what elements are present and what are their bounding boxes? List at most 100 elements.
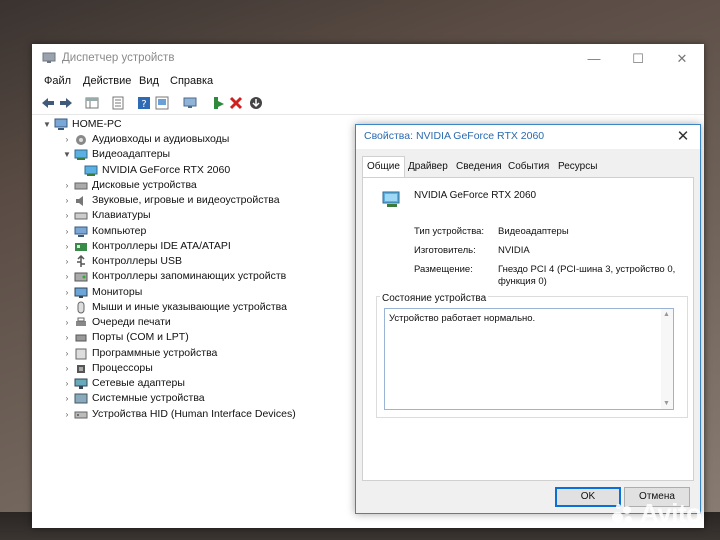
disable-device-icon[interactable]	[248, 95, 264, 111]
usb-icon	[77, 255, 85, 267]
expand-chevron-icon[interactable]: ›	[62, 208, 72, 223]
tree-item-label: Системные устройства	[92, 392, 205, 405]
dialog-tabs: Общие Драйвер Сведения События Ресурсы	[362, 156, 694, 178]
back-arrow-icon[interactable]	[40, 95, 56, 111]
avito-watermark: Avito	[612, 498, 702, 529]
update-driver-icon[interactable]	[210, 95, 226, 111]
help-icon[interactable]: ?	[136, 95, 152, 111]
expand-chevron-icon[interactable]: ›	[62, 330, 72, 345]
tab-details[interactable]: Сведения	[452, 157, 506, 177]
keyboard-icon	[74, 212, 88, 220]
expand-chevron-icon[interactable]: ›	[62, 178, 72, 193]
tree-item-label: Клавиатуры	[92, 209, 151, 222]
dialog-title: Свойства: NVIDIA GeForce RTX 2060	[364, 130, 545, 142]
svg-text:?: ?	[141, 99, 146, 110]
tree-item-label: Мыши и иные указывающие устройства	[92, 300, 287, 313]
expand-chevron-icon[interactable]: ›	[62, 269, 72, 284]
uninstall-icon[interactable]	[228, 95, 244, 111]
menu-action[interactable]: Действие	[83, 75, 131, 87]
tree-item-label: Аудиовходы и аудиовыходы	[92, 133, 230, 145]
expand-chevron-icon[interactable]: ›	[62, 193, 72, 208]
expand-chevron-icon[interactable]: ›	[62, 300, 72, 315]
network-icon	[74, 378, 88, 389]
tree-item-label: Процессоры	[92, 361, 153, 374]
scroll-down-icon[interactable]: ▼	[663, 400, 670, 407]
expand-chevron-icon[interactable]: ›	[62, 224, 72, 239]
dialog-title-bar[interactable]: Свойства: NVIDIA GeForce RTX 2060 ✕	[356, 125, 700, 149]
scan-hardware-icon[interactable]	[182, 95, 198, 111]
expand-chevron-icon[interactable]: ›	[62, 315, 72, 330]
ide-icon	[75, 242, 87, 251]
tree-item-label: Звуковые, игровые и видеоустройства	[92, 194, 280, 206]
tree-item-label: Программные устройства	[92, 346, 218, 359]
tree-item-label: Устройства HID (Human Interface Devices)	[92, 407, 296, 420]
close-button[interactable]: ✕	[660, 44, 704, 74]
tab-resources[interactable]: Ресурсы	[554, 157, 601, 177]
tree-item-label: NVIDIA GeForce RTX 2060	[102, 163, 231, 176]
dialog-close-button[interactable]: ✕	[672, 127, 694, 147]
audio-io-icon	[76, 135, 86, 145]
storage-controller-icon	[74, 272, 88, 282]
tree-item-label: Контроллеры запоминающих устройств	[92, 270, 287, 283]
title-bar[interactable]: Диспетчер устройств — ☐ ✕	[32, 44, 704, 74]
tree-item-label: Мониторы	[92, 285, 143, 298]
manufacturer-value: NVIDIA	[498, 245, 530, 256]
general-tab-panel: NVIDIA GeForce RTX 2060 Тип устройства: …	[362, 177, 694, 481]
expand-chevron-icon[interactable]: ›	[62, 361, 72, 376]
mouse-icon	[77, 301, 85, 314]
forward-arrow-icon[interactable]	[58, 95, 74, 111]
maximize-button[interactable]: ☐	[616, 44, 660, 74]
expand-chevron-icon[interactable]: ›	[62, 132, 72, 147]
window-title: Диспетчер устройств	[62, 52, 175, 64]
expand-chevron-icon[interactable]: ›	[62, 285, 72, 300]
minimize-button[interactable]: —	[572, 44, 616, 74]
system-device-icon	[74, 393, 88, 404]
collapse-chevron-icon[interactable]: ▼	[42, 117, 52, 132]
properties-dialog: Свойства: NVIDIA GeForce RTX 2060 ✕ Общи…	[355, 124, 701, 514]
properties-icon[interactable]	[110, 95, 126, 111]
device-type-value: Видеоадаптеры	[498, 226, 569, 237]
disk-icon	[74, 182, 88, 190]
location-value: Гнездо PCI 4 (PCI-шина 3, устройство 0, …	[498, 264, 676, 287]
collapse-chevron-icon[interactable]: ▼	[62, 147, 72, 162]
tree-item-label: Сетевые адаптеры	[92, 377, 185, 389]
expand-chevron-icon[interactable]: ›	[62, 391, 72, 406]
software-device-icon	[75, 348, 87, 359]
expand-chevron-icon[interactable]: ›	[62, 407, 72, 422]
tree-item-label: Компьютер	[92, 224, 147, 237]
status-scrollbar[interactable]: ▲ ▼	[661, 309, 673, 409]
monitor-icon	[74, 287, 88, 298]
expand-chevron-icon[interactable]: ›	[62, 346, 72, 361]
cpu-icon	[77, 364, 85, 373]
manufacturer-label: Изготовитель:	[414, 245, 476, 256]
avito-logo-icon	[612, 504, 636, 524]
expand-chevron-icon[interactable]: ›	[62, 254, 72, 269]
device-status-textbox[interactable]: Устройство работает нормально. ▲ ▼	[384, 308, 674, 410]
device-name: NVIDIA GeForce RTX 2060	[414, 190, 537, 201]
computer-icon	[54, 118, 68, 130]
tree-item-label: Очереди печати	[92, 316, 171, 328]
expand-chevron-icon[interactable]: ›	[62, 376, 72, 391]
printer-icon	[76, 317, 86, 326]
menu-file[interactable]: Файл	[44, 75, 71, 87]
tab-events[interactable]: События	[504, 157, 553, 177]
menu-help[interactable]: Справка	[170, 75, 213, 87]
display-adapter-icon	[74, 149, 88, 161]
tree-item-label: Дисковые устройства	[92, 178, 197, 191]
device-type-label: Тип устройства:	[414, 226, 485, 237]
properties-grid-icon[interactable]	[84, 95, 100, 111]
menu-bar: Файл Действие Вид Справка	[32, 74, 704, 92]
tree-item-label: Порты (COM и LPT)	[92, 331, 189, 344]
expand-chevron-icon[interactable]: ›	[62, 239, 72, 254]
scroll-up-icon[interactable]: ▲	[663, 311, 670, 318]
show-hidden-icon[interactable]	[154, 95, 170, 111]
device-manager-app-icon	[42, 52, 56, 63]
port-icon	[75, 334, 87, 342]
tab-driver[interactable]: Драйвер	[404, 157, 452, 177]
hid-icon	[74, 411, 88, 418]
menu-view[interactable]: Вид	[139, 75, 159, 87]
avito-text: Avito	[640, 498, 702, 528]
display-adapter-icon	[382, 191, 400, 207]
tab-general[interactable]: Общие	[362, 156, 405, 178]
gpu-icon	[84, 165, 98, 176]
